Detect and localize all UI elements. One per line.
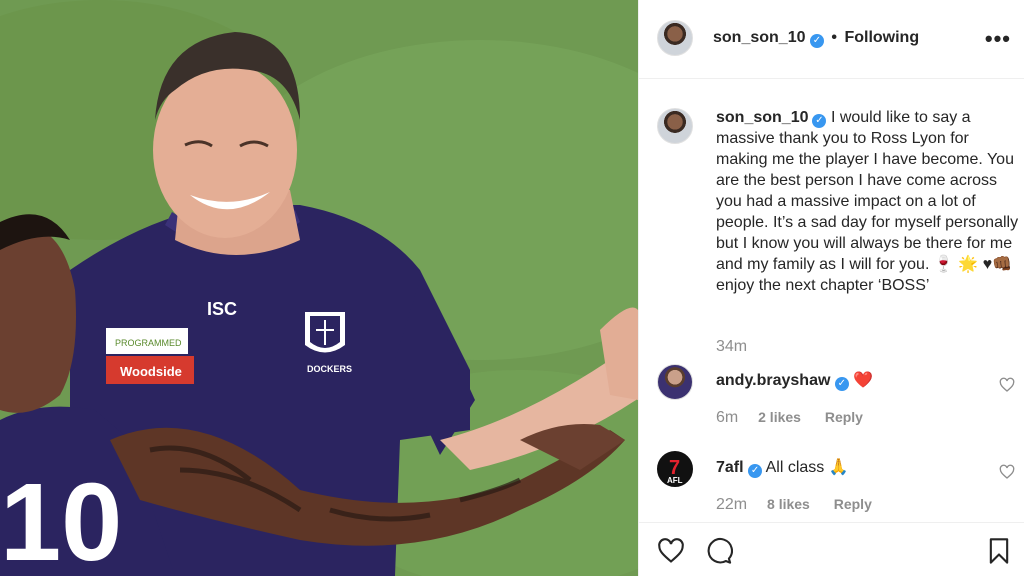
- commenter-avatar[interactable]: 7 AFL: [657, 451, 693, 487]
- programmed-logo: PROGRAMMED: [115, 338, 182, 348]
- like-comment-heart-icon[interactable]: [999, 464, 1015, 480]
- verified-badge-icon: ✓: [812, 114, 827, 128]
- comment-meta: 22m 8 likes Reply: [716, 496, 872, 514]
- comment-text: ❤️: [853, 372, 874, 389]
- post-sidebar: son_son_10 ✓ • Following ••• son_son_10 ✓…: [638, 0, 1024, 576]
- comment-timestamp[interactable]: 6m: [716, 409, 738, 426]
- verified-badge-icon: ✓: [748, 464, 763, 478]
- reply-button[interactable]: Reply: [825, 409, 863, 425]
- comment-likes[interactable]: 2 likes: [758, 409, 801, 425]
- post-photo[interactable]: ISC PROGRAMMED Woodside DOCKERS 10: [0, 0, 638, 576]
- reply-button[interactable]: Reply: [834, 496, 872, 512]
- dockers-logo: DOCKERS: [307, 364, 352, 374]
- comment-timestamp[interactable]: 22m: [716, 496, 747, 513]
- caption-author-username[interactable]: son_son_10: [716, 109, 808, 126]
- seven-afl-logo: 7 AFL: [667, 457, 683, 485]
- caption: son_son_10 ✓ I would like to say a massiv…: [716, 107, 1021, 296]
- afl-logo-label: AFL: [667, 476, 683, 485]
- verified-badge-icon: ✓: [834, 377, 849, 391]
- post-actions-bar: [639, 522, 1024, 576]
- comment-text: All class 🙏: [765, 459, 849, 476]
- post-photo-illustration: ISC PROGRAMMED Woodside DOCKERS 10: [0, 0, 638, 576]
- woodside-logo: Woodside: [120, 364, 182, 379]
- comment-line: 7afl ✓ All class 🙏: [716, 457, 849, 478]
- heart-icon[interactable]: [657, 537, 685, 565]
- author-username[interactable]: son_son_10: [713, 29, 805, 46]
- commenter-username[interactable]: 7afl: [716, 459, 744, 476]
- comment-item: 7 AFL 7afl ✓ All class 🙏 22m 8 likes Rep…: [639, 451, 1024, 521]
- caption-author-avatar[interactable]: [657, 108, 693, 144]
- comment-line: andy.brayshaw ✓ ❤️: [716, 370, 873, 391]
- separator-dot: •: [831, 29, 837, 46]
- comment-meta: 6m 2 likes Reply: [716, 409, 863, 427]
- commenter-username[interactable]: andy.brayshaw: [716, 372, 830, 389]
- post-header: son_son_10 ✓ • Following •••: [639, 0, 1024, 79]
- author-line: son_son_10 ✓ • Following: [713, 29, 919, 48]
- caption-text: I would like to say a massive thank you …: [716, 109, 1019, 294]
- author-avatar[interactable]: [657, 20, 693, 56]
- following-button[interactable]: Following: [844, 29, 919, 46]
- comment-icon[interactable]: [705, 537, 733, 565]
- comments-list[interactable]: son_son_10 ✓ I would like to say a massiv…: [639, 80, 1024, 522]
- more-options-icon[interactable]: •••: [985, 26, 1011, 52]
- verified-badge-icon: ✓: [809, 34, 824, 48]
- comment-likes[interactable]: 8 likes: [767, 496, 810, 512]
- caption-timestamp[interactable]: 34m: [716, 338, 747, 356]
- bookmark-icon[interactable]: [985, 537, 1013, 565]
- jersey-number: 10: [0, 461, 122, 576]
- commenter-avatar[interactable]: [657, 364, 693, 400]
- isc-logo: ISC: [207, 299, 237, 319]
- like-comment-heart-icon[interactable]: [999, 377, 1015, 393]
- comment-item: andy.brayshaw ✓ ❤️ 6m 2 likes Reply: [639, 364, 1024, 434]
